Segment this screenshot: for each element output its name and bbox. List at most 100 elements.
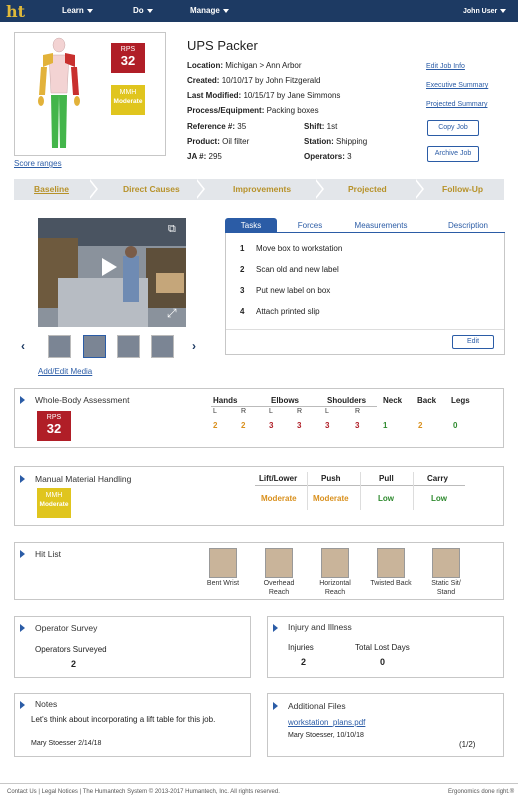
operators-label: Operators: bbox=[304, 152, 345, 161]
wba-rps-label: RPS bbox=[46, 414, 62, 421]
location-value: Michigan > Ann Arbor bbox=[225, 61, 302, 70]
footer-links[interactable]: Contact Us | Legal Notices | The Humante… bbox=[7, 789, 280, 795]
hit-item-label: Static Sit/ Stand bbox=[431, 580, 461, 596]
copy-job-button[interactable]: Copy Job bbox=[427, 120, 479, 136]
prev-media-icon[interactable]: ‹ bbox=[21, 339, 25, 353]
play-icon[interactable] bbox=[102, 258, 117, 276]
step-follow-up[interactable]: Follow-Up bbox=[442, 184, 483, 194]
media-player[interactable]: ⧉ ⤢ bbox=[38, 218, 186, 327]
hit-list-card: Hit List Bent Wrist Overhead Reach Horiz… bbox=[14, 542, 504, 600]
open-external-icon[interactable]: ⧉ bbox=[168, 223, 176, 236]
tab-bar: Tasks Forces Measurements Description bbox=[225, 218, 505, 233]
horizontal-reach-icon bbox=[321, 548, 349, 578]
task-number: 4 bbox=[240, 307, 245, 316]
score-ranges-link[interactable]: Score ranges bbox=[14, 159, 62, 168]
injuries-value: 2 bbox=[301, 657, 307, 667]
score-shoulders-l: 3 bbox=[325, 421, 330, 430]
next-media-icon[interactable]: › bbox=[192, 339, 196, 353]
files-title: Additional Files bbox=[288, 701, 346, 711]
body-map-panel: RPS 32 MMH Moderate bbox=[14, 32, 166, 156]
hit-item-label: Overhead Reach bbox=[263, 580, 295, 596]
media-thumbnail[interactable] bbox=[117, 335, 140, 358]
overhead-reach-icon bbox=[265, 548, 293, 578]
app-logo[interactable]: ht bbox=[6, 2, 25, 21]
rps-badge: RPS 32 bbox=[111, 43, 145, 73]
notes-title: Notes bbox=[35, 699, 58, 709]
chevron-down-icon bbox=[146, 8, 153, 13]
injury-illness-card: Injury and Illness Injuries 2 Total Lost… bbox=[267, 616, 504, 678]
hdr-push: Push bbox=[321, 474, 341, 483]
expand-icon[interactable] bbox=[20, 396, 25, 404]
job-title: UPS Packer bbox=[187, 38, 258, 53]
file-link[interactable]: workstation_plans.pdf bbox=[288, 718, 365, 727]
executive-summary-link[interactable]: Executive Summary bbox=[426, 82, 488, 89]
media-thumbnail[interactable] bbox=[48, 335, 71, 358]
expand-icon[interactable] bbox=[20, 475, 25, 483]
created-value: 10/10/17 by John Fitzgerald bbox=[221, 76, 321, 85]
created-label: Created: bbox=[187, 76, 220, 85]
hdr-neck: Neck bbox=[383, 396, 403, 405]
step-separator-inner bbox=[88, 179, 96, 199]
tab-forces[interactable]: Forces bbox=[285, 218, 335, 233]
footer-tagline: Ergonomics done right.® bbox=[448, 789, 515, 795]
nav-learn[interactable]: Learn bbox=[62, 6, 93, 15]
survey-value: 2 bbox=[71, 659, 77, 669]
chevron-down-icon bbox=[86, 8, 93, 13]
tab-tasks[interactable]: Tasks bbox=[225, 218, 277, 233]
divider bbox=[226, 329, 504, 330]
reference-label: Reference #: bbox=[187, 122, 236, 131]
add-edit-media-link[interactable]: Add/Edit Media bbox=[38, 367, 92, 376]
station-row: Station: Shipping bbox=[304, 137, 367, 146]
user-menu[interactable]: John User bbox=[463, 8, 507, 15]
ja-row: JA #: 295 bbox=[187, 152, 222, 161]
step-direct-causes[interactable]: Direct Causes bbox=[123, 184, 180, 194]
hdr-back: Back bbox=[417, 396, 437, 405]
chevron-down-icon bbox=[222, 8, 229, 13]
lr-label: L bbox=[213, 408, 217, 415]
edit-job-info-link[interactable]: Edit Job Info bbox=[426, 63, 465, 70]
tab-measurements[interactable]: Measurements bbox=[343, 218, 419, 233]
fullscreen-icon[interactable]: ⤢ bbox=[167, 306, 177, 321]
media-thumbnail[interactable] bbox=[83, 335, 106, 358]
expand-icon[interactable] bbox=[273, 624, 278, 632]
step-separator-inner bbox=[314, 179, 322, 199]
score-legs: 0 bbox=[453, 421, 458, 430]
modified-label: Last Modified: bbox=[187, 91, 242, 100]
created-row: Created: 10/10/17 by John Fitzgerald bbox=[187, 76, 320, 85]
mmh-value: Moderate bbox=[113, 98, 143, 105]
edit-tasks-button[interactable]: Edit bbox=[452, 335, 494, 349]
tab-description[interactable]: Description bbox=[435, 218, 501, 233]
ja-value: 295 bbox=[208, 152, 222, 161]
archive-job-button[interactable]: Archive Job bbox=[427, 146, 479, 162]
wba-rps-value: 32 bbox=[46, 421, 62, 436]
mmh-push-value: Moderate bbox=[313, 494, 349, 503]
nav-do[interactable]: Do bbox=[133, 6, 153, 15]
hdr-carry: Carry bbox=[427, 474, 448, 483]
lost-days-label: Total Lost Days bbox=[355, 643, 410, 652]
expand-icon[interactable] bbox=[20, 550, 25, 558]
notes-author: Mary Stoesser 2/14/18 bbox=[31, 740, 102, 747]
files-pager[interactable]: (1/2) bbox=[459, 740, 475, 749]
whole-body-assessment-card: Whole-Body Assessment RPS 32 Hands Elbow… bbox=[14, 388, 504, 448]
process-row: Process/Equipment: Packing boxes bbox=[187, 106, 319, 115]
media-thumbnail[interactable] bbox=[151, 335, 174, 358]
hdr-lift-lower: Lift/Lower bbox=[259, 474, 298, 483]
reference-row: Reference #: 35 bbox=[187, 122, 246, 131]
projected-summary-link[interactable]: Projected Summary bbox=[426, 101, 487, 108]
process-label: Process/Equipment: bbox=[187, 106, 265, 115]
survey-label: Operators Surveyed bbox=[35, 645, 107, 654]
expand-icon[interactable] bbox=[20, 624, 25, 632]
nav-manage[interactable]: Manage bbox=[190, 6, 229, 15]
step-projected[interactable]: Projected bbox=[348, 184, 387, 194]
step-baseline[interactable]: Baseline bbox=[34, 184, 69, 194]
expand-icon[interactable] bbox=[20, 701, 25, 709]
divider bbox=[307, 472, 308, 510]
hdr-hands: Hands bbox=[213, 396, 238, 405]
footer: Contact Us | Legal Notices | The Humante… bbox=[0, 783, 518, 800]
step-improvements[interactable]: Improvements bbox=[233, 184, 291, 194]
location-row: Location: Michigan > Ann Arbor bbox=[187, 61, 302, 70]
expand-icon[interactable] bbox=[273, 702, 278, 710]
lr-label: R bbox=[297, 408, 303, 415]
step-separator-inner bbox=[414, 179, 422, 199]
operators-row: Operators: 3 bbox=[304, 152, 352, 161]
